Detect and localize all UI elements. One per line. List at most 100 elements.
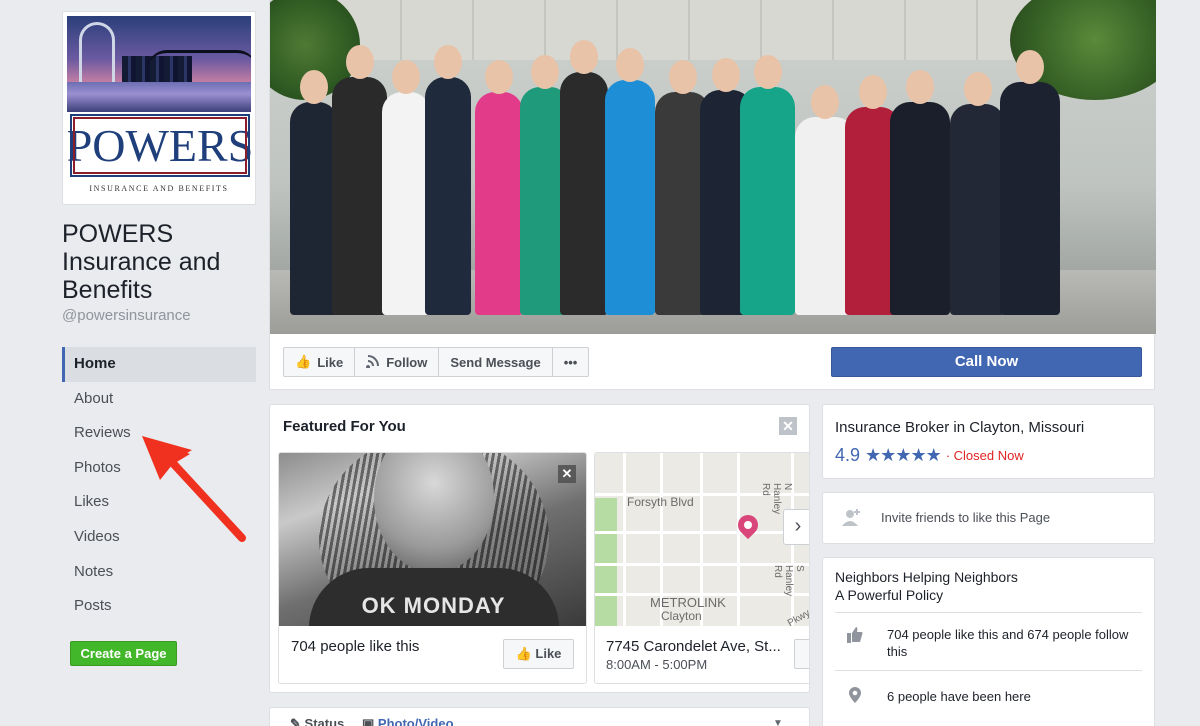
- team-member-head: [753, 55, 782, 89]
- nav-item-notes[interactable]: Notes: [62, 555, 256, 590]
- rating-value: 4.9: [835, 445, 861, 465]
- star-rating-icon: ★★★★★: [865, 445, 942, 465]
- thumbs-up-icon: 👍: [295, 354, 312, 369]
- team-member: [1000, 82, 1060, 315]
- map-road: [623, 453, 626, 626]
- team-member: [950, 104, 1005, 315]
- team-member-head: [1016, 50, 1044, 84]
- page-title[interactable]: POWERS Insurance and Benefits: [62, 220, 262, 304]
- featured-image: OK MONDAY: [279, 453, 586, 626]
- page-category[interactable]: Insurance Broker in Clayton, Missouri: [835, 419, 1084, 436]
- about-line1: Neighbors Helping Neighbors: [835, 569, 1018, 585]
- map-label: Clayton: [661, 609, 702, 623]
- invite-friends-text: Invite friends to like this Page: [881, 510, 1051, 525]
- location-map[interactable]: Forsyth Blvd METROLINK Clayton N Hanley …: [595, 453, 810, 626]
- team-member: [425, 77, 471, 315]
- featured-card-location[interactable]: Forsyth Blvd METROLINK Clayton N Hanley …: [594, 452, 810, 684]
- nav-item-posts[interactable]: Posts: [62, 589, 256, 624]
- pencil-icon: ✎: [290, 716, 301, 726]
- close-icon[interactable]: ✕: [558, 465, 576, 483]
- thumbs-up-icon: [847, 627, 863, 643]
- chevron-down-icon[interactable]: ▼: [773, 718, 783, 726]
- featured-for-you-panel: Featured For You ✕ OK MONDAY ✕ 704 peopl…: [269, 404, 810, 693]
- team-member-head: [434, 45, 462, 79]
- featured-like-label: Like: [535, 646, 562, 661]
- like-page-button[interactable]: 👍 Like: [283, 347, 356, 377]
- map-label: METROLINK: [650, 595, 726, 610]
- location-action-button[interactable]: [794, 639, 809, 669]
- close-icon[interactable]: ✕: [779, 417, 797, 435]
- team-member: [332, 77, 387, 315]
- featured-title: Featured For You: [283, 418, 406, 435]
- featured-likes-text: 704 people like this: [291, 638, 420, 655]
- map-label: Pkwy: [785, 607, 810, 626]
- location-address[interactable]: 7745 Carondelet Ave, St...: [606, 638, 791, 655]
- team-member: [740, 87, 795, 315]
- nav-item-home[interactable]: Home: [62, 347, 256, 382]
- rating-row[interactable]: 4.9 ★★★★★ · Closed Now: [835, 445, 1024, 466]
- profile-picture[interactable]: POWERS INSURANCE AND BENEFITS: [62, 11, 256, 205]
- likes-follows-text: 704 people like this and 674 people foll…: [887, 627, 1129, 659]
- follow-label: Follow: [386, 354, 428, 370]
- location-hours: 8:00AM - 5:00PM: [606, 657, 708, 672]
- divider: [835, 670, 1142, 671]
- team-member-head: [300, 70, 328, 104]
- annotation-arrow: [142, 436, 246, 542]
- about-summary-card: Neighbors Helping Neighbors A Powerful P…: [822, 557, 1155, 726]
- logo-box: POWERS: [67, 114, 251, 177]
- team-member: [290, 102, 338, 315]
- status-label: Status: [304, 716, 345, 726]
- team-member: [890, 102, 950, 315]
- thumbs-up-icon: 👍: [515, 646, 532, 661]
- rss-icon: [366, 354, 380, 371]
- chevron-right-icon[interactable]: ›: [783, 509, 809, 545]
- nav-item-about[interactable]: About: [62, 382, 256, 417]
- image-shirt-text: OK MONDAY: [361, 593, 506, 618]
- photo-video-label: Photo/Video: [377, 716, 454, 726]
- location-pin-icon: [849, 687, 861, 703]
- team-member: [560, 72, 608, 315]
- camera-icon: ▣: [362, 716, 375, 726]
- team-member-head: [485, 60, 513, 94]
- team-member-head: [345, 45, 374, 79]
- featured-like-button[interactable]: 👍 Like: [503, 639, 574, 669]
- about-headline: Neighbors Helping Neighbors A Powerful P…: [835, 568, 1135, 604]
- follow-button[interactable]: Follow: [354, 347, 440, 377]
- page-action-bar: 👍 Like Follow Send Message •••: [283, 347, 590, 377]
- team-member: [382, 92, 430, 315]
- checkins-text: 6 people have been here: [887, 689, 1031, 704]
- divider: [835, 612, 1142, 613]
- profile-photo: POWERS INSURANCE AND BENEFITS: [67, 16, 251, 200]
- map-road: [737, 453, 740, 626]
- team-member-head: [616, 48, 644, 82]
- logo-tagline: INSURANCE AND BENEFITS: [89, 184, 229, 193]
- team-member-head: [712, 58, 740, 92]
- like-label: Like: [317, 354, 344, 370]
- team-member-head: [858, 75, 887, 109]
- send-message-button[interactable]: Send Message: [438, 347, 553, 377]
- map-label: Forsyth Blvd: [627, 495, 694, 509]
- add-friend-icon: [842, 509, 860, 526]
- team-member-head: [668, 60, 697, 94]
- map-label: S Hanley Rd: [772, 565, 805, 597]
- river: [67, 82, 251, 112]
- page-handle[interactable]: @powersinsurance: [62, 307, 191, 324]
- team-member-head: [570, 40, 598, 74]
- team-member-head: [906, 70, 934, 104]
- team-member: [475, 92, 523, 315]
- map-park: [595, 498, 617, 626]
- composer-status-tab[interactable]: ✎ Status: [290, 716, 344, 726]
- cover-card: 👍 Like Follow Send Message ••• Call Now: [269, 0, 1156, 390]
- team-member-head: [392, 60, 420, 94]
- invite-friends-card[interactable]: Invite friends to like this Page: [822, 492, 1155, 544]
- open-status: · Closed Now: [945, 448, 1024, 463]
- call-now-button[interactable]: Call Now: [831, 347, 1142, 377]
- team-member: [605, 80, 655, 315]
- more-options-button[interactable]: •••: [551, 347, 590, 377]
- composer-photo-tab[interactable]: ▣ Photo/Video: [362, 716, 454, 726]
- logo-text: POWERS: [67, 120, 251, 171]
- featured-card-page[interactable]: OK MONDAY ✕ 704 people like this 👍 Like: [278, 452, 587, 684]
- about-line2: A Powerful Policy: [835, 587, 944, 603]
- create-page-button[interactable]: Create a Page: [70, 641, 177, 666]
- cover-photo[interactable]: [270, 0, 1156, 334]
